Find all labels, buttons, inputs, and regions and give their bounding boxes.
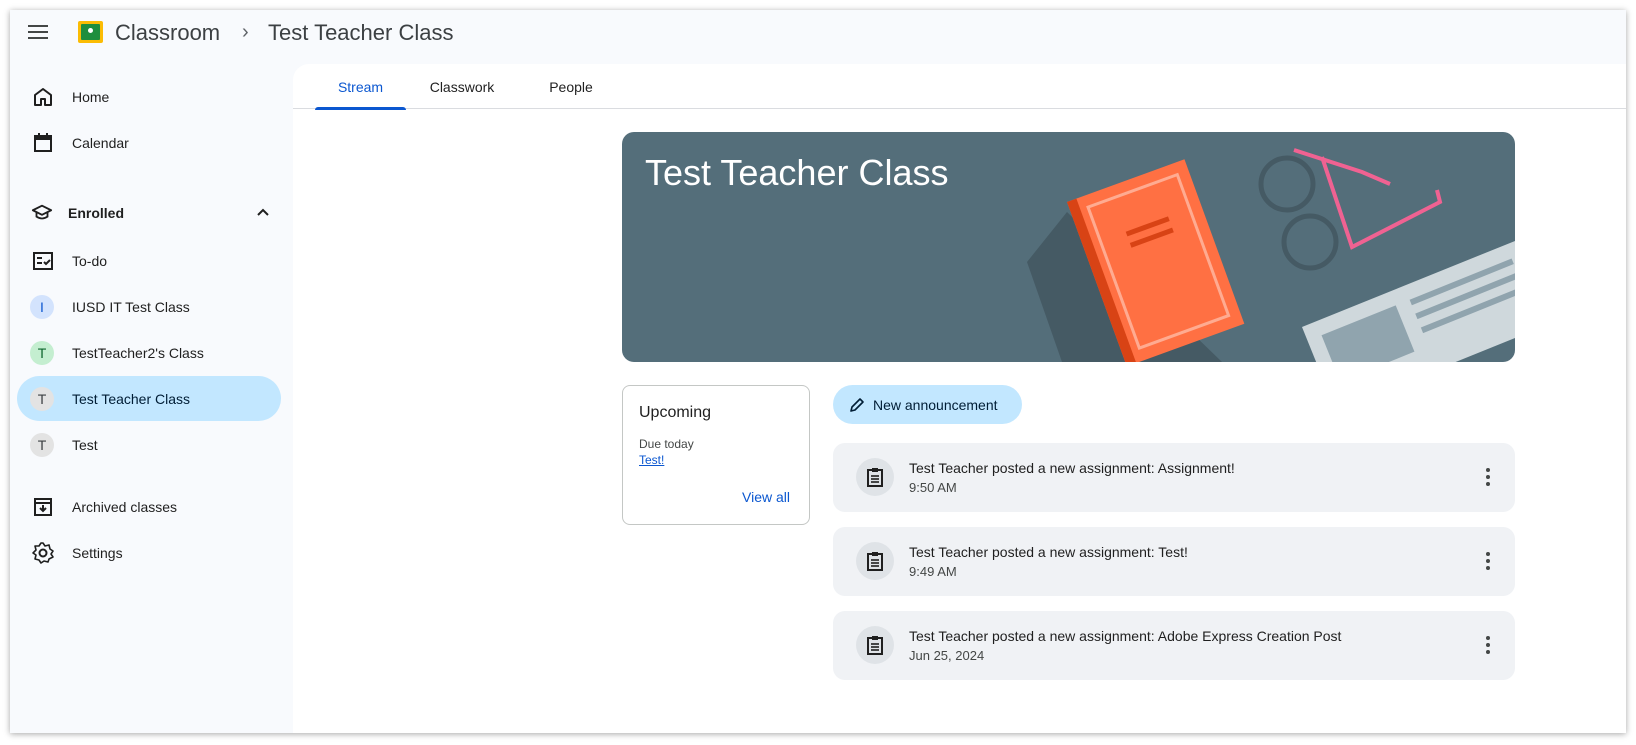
class-avatar: T — [30, 341, 54, 365]
sidebar-item-class-testteacher2[interactable]: T TestTeacher2's Class — [17, 330, 281, 375]
sidebar-item-todo[interactable]: To-do — [17, 238, 281, 283]
sidebar-item-label: Calendar — [72, 134, 129, 151]
sidebar-item-archived[interactable]: Archived classes — [17, 484, 281, 529]
sidebar-item-label: Settings — [72, 544, 123, 561]
assignment-icon — [856, 458, 894, 496]
sidebar: Home Calendar Enrolled To-do I IUSD IT T… — [10, 64, 293, 733]
app-window: Classroom › Test Teacher Class Home Cale… — [10, 10, 1626, 733]
upcoming-card: Upcoming Due today Test! View all — [622, 385, 810, 525]
more-options-icon[interactable] — [1478, 549, 1498, 573]
tab-classwork[interactable]: Classwork — [417, 64, 507, 109]
breadcrumb-separator: › — [242, 21, 249, 43]
sidebar-item-class-test-teacher[interactable]: T Test Teacher Class — [17, 376, 281, 421]
more-options-icon[interactable] — [1478, 633, 1498, 657]
class-banner: Test Teacher Class — [622, 132, 1515, 362]
archive-icon — [34, 498, 52, 516]
gear-icon — [32, 542, 54, 564]
top-bar: Classroom › Test Teacher Class — [10, 10, 1626, 56]
main-menu-icon[interactable] — [25, 21, 51, 45]
view-all-link[interactable]: View all — [742, 489, 790, 505]
new-announcement-label: New announcement — [873, 397, 998, 413]
sidebar-item-class-iusd[interactable]: I IUSD IT Test Class — [17, 284, 281, 329]
post-time: 9:50 AM — [909, 480, 957, 495]
due-label: Due today — [639, 437, 694, 451]
calendar-icon — [34, 133, 52, 152]
sidebar-item-settings[interactable]: Settings — [17, 530, 281, 575]
more-options-icon[interactable] — [1478, 465, 1498, 489]
enrolled-label: Enrolled — [68, 205, 125, 221]
post-text: Test Teacher posted a new assignment: Te… — [909, 544, 1188, 560]
stream-post[interactable]: Test Teacher posted a new assignment: Te… — [833, 527, 1515, 596]
class-avatar: I — [30, 295, 54, 319]
sidebar-item-label: Test Teacher Class — [72, 390, 191, 407]
pencil-icon — [850, 398, 864, 412]
class-avatar: T — [30, 387, 54, 411]
school-icon — [31, 204, 53, 220]
main-content: Stream Classwork People Test Teacher Cla… — [293, 64, 1626, 733]
banner-illustration — [1027, 148, 1515, 362]
upcoming-assignment-link[interactable]: Test! — [639, 453, 664, 467]
assignment-icon — [856, 542, 894, 580]
class-tabs: Stream Classwork People — [293, 64, 1626, 110]
sidebar-item-home[interactable]: Home — [17, 74, 281, 119]
sidebar-item-label: TestTeacher2's Class — [72, 344, 204, 361]
sidebar-item-label: To-do — [72, 252, 108, 269]
upcoming-heading: Upcoming — [639, 404, 712, 421]
post-time: 9:49 AM — [909, 564, 957, 579]
sidebar-item-calendar[interactable]: Calendar — [17, 120, 281, 165]
home-icon — [34, 88, 52, 106]
new-announcement-button[interactable]: New announcement — [833, 385, 1022, 424]
post-time: Jun 25, 2024 — [909, 648, 985, 663]
sidebar-item-label: Home — [72, 88, 110, 105]
classroom-logo-icon[interactable] — [78, 21, 103, 43]
sidebar-item-class-test[interactable]: T Test — [17, 422, 281, 467]
sidebar-item-label: IUSD IT Test Class — [72, 298, 190, 315]
tab-stream[interactable]: Stream — [315, 64, 406, 110]
assignment-icon — [856, 626, 894, 664]
app-title[interactable]: Classroom — [115, 20, 220, 46]
stream-post[interactable]: Test Teacher posted a new assignment: As… — [833, 443, 1515, 512]
post-text: Test Teacher posted a new assignment: As… — [909, 460, 1235, 476]
breadcrumb-class-name: Test Teacher Class — [268, 20, 454, 45]
tab-people[interactable]: People — [528, 64, 614, 109]
post-text: Test Teacher posted a new assignment: Ad… — [909, 628, 1342, 644]
todo-icon — [33, 252, 53, 270]
sidebar-item-label: Test — [72, 436, 98, 453]
stream-post[interactable]: Test Teacher posted a new assignment: Ad… — [833, 611, 1515, 680]
chevron-up-icon[interactable] — [255, 204, 271, 220]
enrolled-section-toggle[interactable]: Enrolled — [17, 191, 281, 236]
class-avatar: T — [30, 433, 54, 457]
sidebar-item-label: Archived classes — [72, 498, 178, 515]
